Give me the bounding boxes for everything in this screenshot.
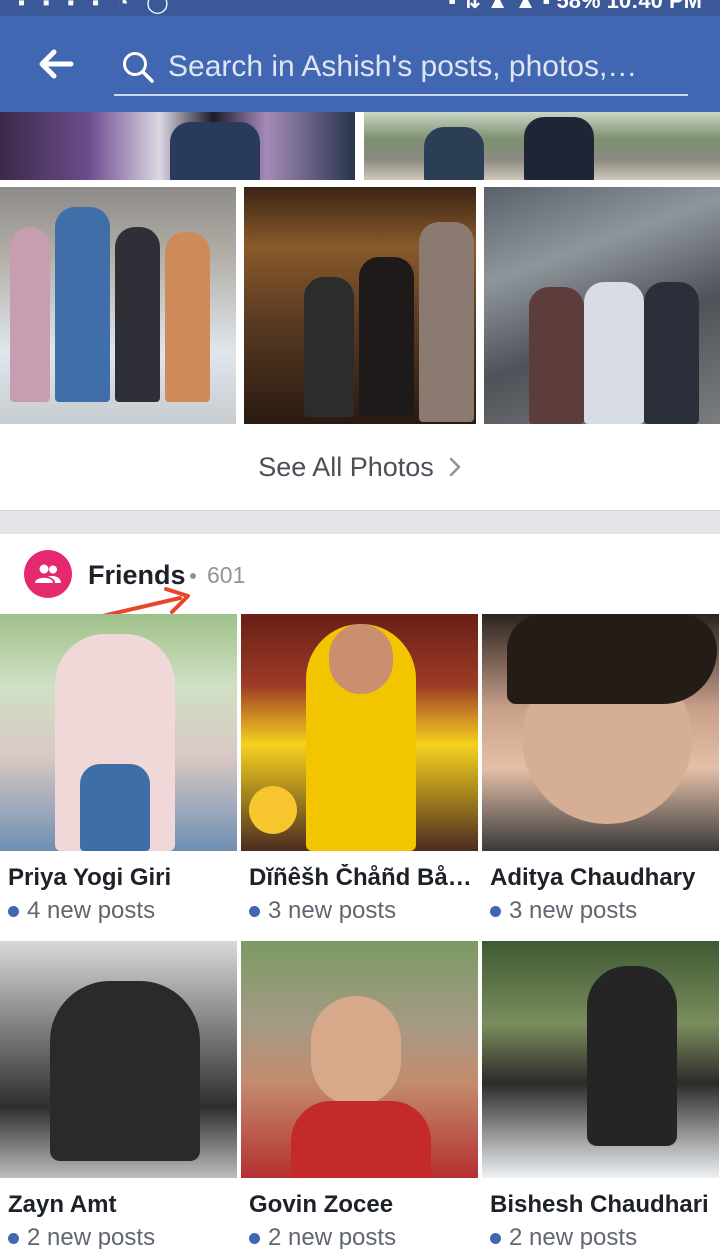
friend-avatar[interactable] [0,614,237,851]
see-all-photos-label: See All Photos [258,451,434,482]
friend-name[interactable]: Dĭñêšh Čhåñd Båt… [249,864,477,892]
search-icon [118,47,158,87]
new-posts-dot-icon [8,1232,19,1244]
status-bar-notification-icons: ▪ ▪ ▪ ▪ ◔ ◯ [18,0,175,14]
new-posts-dot-icon [8,905,19,917]
friend-new-posts: 3 new posts [249,897,396,925]
friend-new-posts-label: 3 new posts [509,897,638,924]
chevron-right-icon [449,457,461,477]
friend-new-posts: 2 new posts [8,1224,155,1249]
friend-name[interactable]: Bishesh Chaudhari [490,1191,718,1219]
new-posts-dot-icon [249,1232,260,1244]
new-posts-dot-icon [249,905,260,917]
friend-avatar[interactable] [241,941,478,1178]
friend-name[interactable]: Priya Yogi Giri [8,864,236,892]
photo-thumbnail[interactable] [484,187,720,424]
friend-avatar[interactable] [241,614,478,851]
friend-new-posts-label: 2 new posts [27,1224,156,1249]
separator-dot [190,573,196,579]
friend-new-posts-label: 2 new posts [268,1224,397,1249]
app-bar: Search in Ashish's posts, photos,… [0,16,720,112]
photo-strip-top [0,112,720,180]
new-posts-dot-icon [490,1232,501,1244]
back-button[interactable] [30,42,82,86]
friend-new-posts-label: 2 new posts [509,1224,638,1249]
friend-name[interactable]: Zayn Amt [8,1191,236,1219]
section-divider [0,510,720,534]
friend-avatar[interactable] [0,941,237,1178]
search-placeholder: Search in Ashish's posts, photos,… [168,50,638,83]
see-all-photos-link[interactable]: See All Photos [0,424,720,510]
photo-grid [0,187,720,424]
friend-avatar[interactable] [482,614,719,851]
new-posts-dot-icon [490,905,501,917]
photo-thumbnail[interactable] [0,187,236,424]
arrow-left-icon [39,49,74,79]
friend-name[interactable]: Aditya Chaudhary [490,864,718,892]
friend-new-posts: 2 new posts [249,1224,396,1249]
friend-new-posts-label: 3 new posts [268,897,397,924]
friend-new-posts: 2 new posts [490,1224,637,1249]
status-bar-right-text: ▪ ⇅ ▲ ▲ ▪ 58% 10:40 PM [448,0,702,13]
photo-thumbnail[interactable] [244,187,476,424]
photo-thumbnail[interactable] [0,112,355,180]
status-bar: ▪ ▪ ▪ ▪ ◔ ◯ ▪ ⇅ ▲ ▲ ▪ 58% 10:40 PM [0,0,720,16]
photo-thumbnail[interactable] [364,112,720,180]
search-input[interactable]: Search in Ashish's posts, photos,… [114,40,688,96]
friends-count: 601 [207,562,246,588]
friend-avatar[interactable] [482,941,719,1178]
friend-new-posts: 4 new posts [8,897,155,925]
friend-new-posts: 3 new posts [490,897,637,925]
friend-new-posts-label: 4 new posts [27,897,156,924]
friend-name[interactable]: Govin Zocee [249,1191,477,1219]
